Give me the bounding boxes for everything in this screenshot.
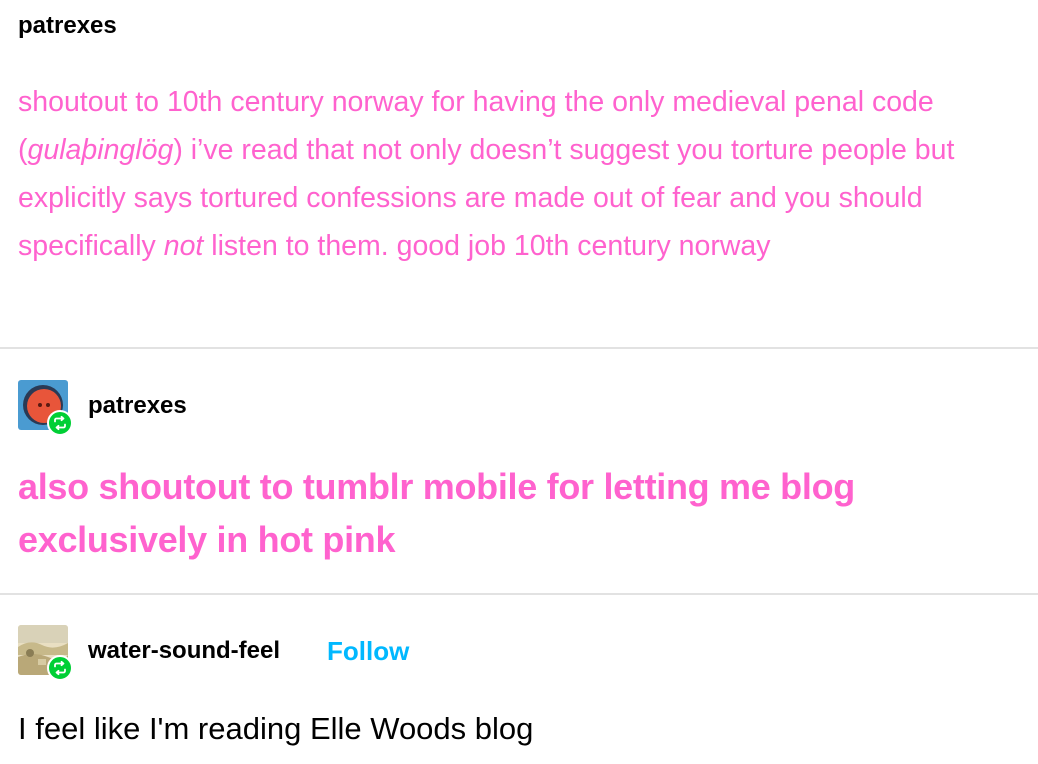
reblog-header-patrexes: patrexes	[18, 380, 618, 436]
reblog-username[interactable]: water-sound-feel	[88, 636, 280, 666]
post-divider	[0, 347, 1038, 349]
original-post-body-part3: listen to them. good job 10th century no…	[203, 230, 771, 262]
reblog-2-body: I feel like I'm reading Elle Woods blog	[18, 711, 534, 746]
post-divider	[0, 593, 1038, 595]
original-post-body-italic1: gulaþinglög	[27, 134, 174, 166]
original-post-body: shoutout to 10th century norway for havi…	[18, 78, 1023, 270]
reblog-header-water-sound-feel: water-sound-feel Follow	[18, 625, 618, 681]
follow-button[interactable]: Follow	[327, 636, 409, 666]
avatar[interactable]	[18, 625, 73, 681]
avatar[interactable]	[18, 380, 73, 436]
original-post-body-italic2: not	[163, 230, 204, 262]
reblog-username[interactable]: patrexes	[88, 391, 187, 421]
reblog-1-body: also shoutout to tumblr mobile for letti…	[18, 466, 855, 560]
tumblr-post-thread: patrexes shoutout to 10th century norway…	[0, 0, 1038, 764]
reblog-icon	[47, 410, 73, 436]
original-post-username[interactable]: patrexes	[18, 11, 117, 41]
reblog-icon	[47, 655, 73, 681]
